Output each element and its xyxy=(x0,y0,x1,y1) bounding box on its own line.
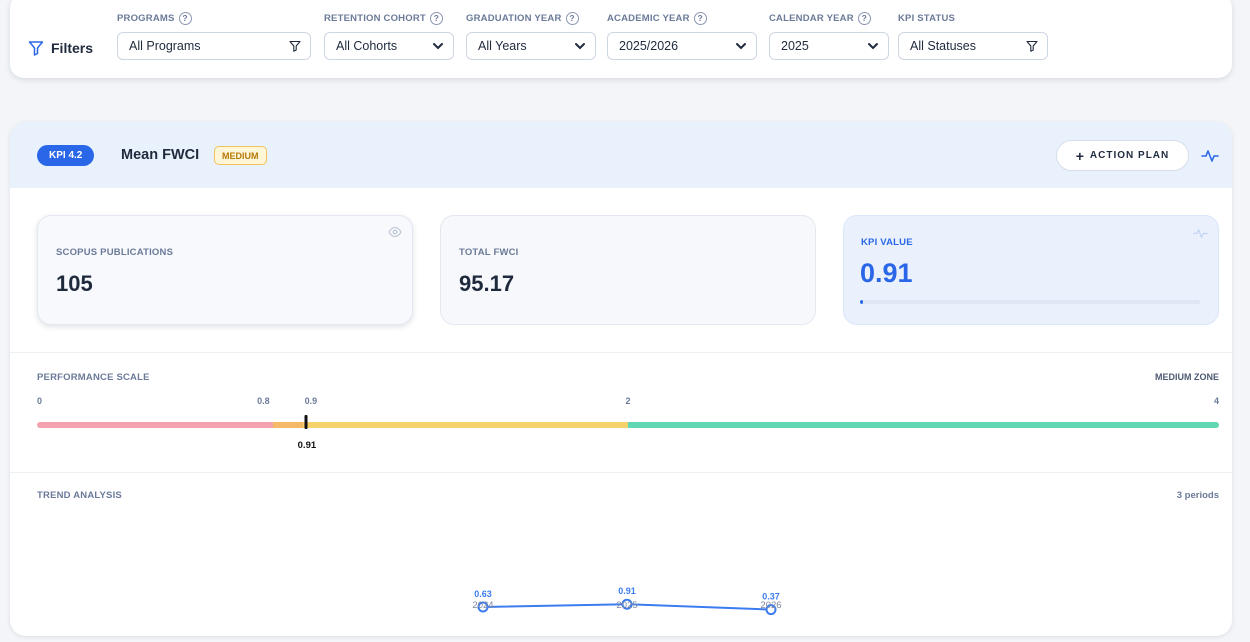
graduation-year-select[interactable]: All Years xyxy=(466,32,596,60)
kpi-value-label: KPI VALUE xyxy=(861,237,913,248)
retention-cohort-select[interactable]: All Cohorts xyxy=(324,32,454,60)
scale-tick-label: 2 xyxy=(625,396,631,406)
divider xyxy=(10,472,1232,473)
kpi-progress-bar xyxy=(860,300,1200,304)
calendar-year-select[interactable]: 2025 xyxy=(769,32,889,60)
scale-segment xyxy=(627,422,1219,428)
filter-kpi-status: KPI STATUS All Statuses xyxy=(898,8,1048,60)
chevron-down-icon xyxy=(433,43,443,50)
help-icon[interactable]: ? xyxy=(429,11,443,25)
help-icon[interactable]: ? xyxy=(565,11,579,25)
kpi-status-select[interactable]: All Statuses xyxy=(898,32,1048,60)
graduation-year-value: All Years xyxy=(478,39,527,53)
help-icon[interactable]: ? xyxy=(693,11,707,25)
activity-icon[interactable] xyxy=(1200,146,1220,166)
chevron-down-icon xyxy=(575,43,585,50)
publications-value: 105 xyxy=(56,271,93,296)
plus-icon: + xyxy=(1075,147,1084,164)
filter-graduation-year: GRADUATION YEAR ? All Years xyxy=(466,8,596,60)
chevron-down-icon xyxy=(736,43,746,50)
zone-label: MEDIUM ZONE xyxy=(1155,372,1219,382)
trend-point-label: 0.91 xyxy=(618,586,636,596)
activity-icon xyxy=(1193,229,1208,238)
publications-tile: SCOPUS PUBLICATIONS 105 xyxy=(37,215,413,325)
funnel-icon xyxy=(289,40,301,52)
programs-value: All Programs xyxy=(129,39,201,53)
filter-graduation-year-label: GRADUATION YEAR xyxy=(466,12,562,24)
help-icon[interactable]: ? xyxy=(857,11,871,25)
academic-year-select[interactable]: 2025/2026 xyxy=(607,32,757,60)
eye-icon[interactable] xyxy=(388,226,402,238)
calendar-year-value: 2025 xyxy=(781,39,809,53)
trend-chart: 0.6320240.9120250.372026 xyxy=(472,586,782,616)
scale-segment xyxy=(37,422,274,428)
filter-retention-cohort-label: RETENTION COHORT xyxy=(324,12,426,24)
scale-segment xyxy=(273,422,303,428)
kpi-card: KPI 4.2 Mean FWCI MEDIUM + ACTION PLAN S… xyxy=(10,122,1232,636)
kpi-status-value: All Statuses xyxy=(910,39,977,53)
scale-bar xyxy=(37,422,1219,428)
divider xyxy=(10,352,1232,353)
performance-scale: 0.91 0 0.8 0.9 2 4 xyxy=(37,390,1219,460)
filter-icon xyxy=(28,41,44,56)
filter-academic-year: ACADEMIC YEAR ? 2025/2026 xyxy=(607,8,757,60)
scale-segment xyxy=(302,422,628,428)
filter-calendar-year: CALENDAR YEAR ? 2025 xyxy=(769,8,889,60)
scale-tick-label: 4 xyxy=(1213,396,1219,406)
action-plan-label: ACTION PLAN xyxy=(1089,150,1170,161)
help-icon[interactable]: ? xyxy=(178,11,192,25)
filter-bar: Filters PROGRAMS ? All Programs RETENTIO… xyxy=(10,0,1232,78)
filter-kpi-status-label: KPI STATUS xyxy=(898,12,956,24)
total-fwci-label: TOTAL FWCI xyxy=(459,247,519,258)
filters-label[interactable]: Filters xyxy=(28,40,93,56)
academic-year-value: 2025/2026 xyxy=(619,39,679,53)
filters-title: Filters xyxy=(51,40,94,56)
scale-tick-label: 0.8 xyxy=(257,396,270,406)
scale-tick-label: 0.9 xyxy=(304,396,318,406)
scale-tick-label: 0 xyxy=(37,396,43,406)
funnel-icon xyxy=(1026,40,1038,52)
kpi-header: KPI 4.2 Mean FWCI MEDIUM + ACTION PLAN xyxy=(10,122,1232,188)
add-action-plan-button[interactable]: + ACTION PLAN xyxy=(1056,140,1189,171)
trend-periods: 3 periods xyxy=(1176,490,1219,501)
trend-point-label: 0.63 xyxy=(474,589,492,599)
performance-scale-label: PERFORMANCE SCALE xyxy=(37,372,150,383)
scale-marker-label: 0.91 xyxy=(297,440,317,451)
total-fwci-tile: TOTAL FWCI 95.17 xyxy=(440,215,816,325)
kpi-title: Mean FWCI xyxy=(121,147,200,163)
total-fwci-value: 95.17 xyxy=(459,271,515,296)
programs-select[interactable]: All Programs xyxy=(117,32,311,60)
filter-retention-cohort: RETENTION COHORT ? All Cohorts xyxy=(324,8,454,60)
kpi-progress-fill xyxy=(860,300,864,304)
trend-x-label: 2026 xyxy=(760,600,781,611)
filter-academic-year-label: ACADEMIC YEAR xyxy=(607,12,690,24)
kpi-value: 0.91 xyxy=(860,258,913,288)
scale-marker xyxy=(304,415,308,429)
filter-programs: PROGRAMS ? All Programs xyxy=(117,8,311,60)
publications-label: SCOPUS PUBLICATIONS xyxy=(56,247,174,258)
filter-programs-label: PROGRAMS xyxy=(117,12,175,24)
chevron-down-icon xyxy=(868,43,878,50)
kpi-id-badge: KPI 4.2 xyxy=(37,145,95,166)
trend-x-label: 2025 xyxy=(616,600,637,611)
trend-analysis-label: TREND ANALYSIS xyxy=(37,490,122,501)
priority-badge: MEDIUM xyxy=(214,146,267,165)
filter-calendar-year-label: CALENDAR YEAR xyxy=(769,12,854,24)
trend-x-label: 2024 xyxy=(472,600,493,611)
retention-cohort-value: All Cohorts xyxy=(336,39,398,53)
kpi-value-tile: KPI VALUE 0.91 xyxy=(843,215,1219,325)
